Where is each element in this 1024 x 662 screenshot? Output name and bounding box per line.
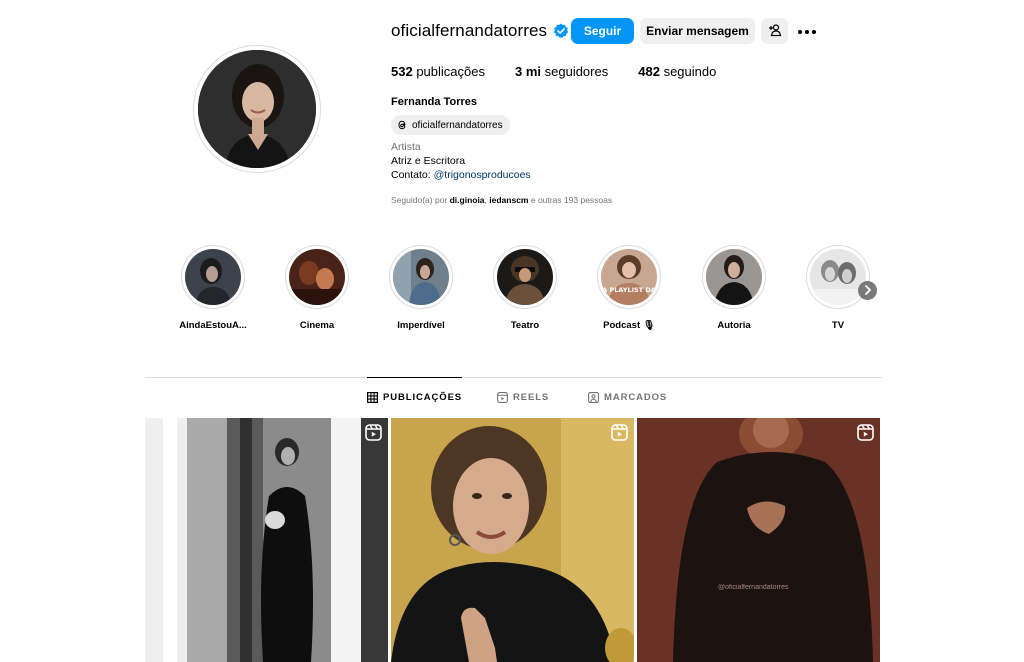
highlights-next-button[interactable] <box>858 281 877 300</box>
bio-contact: Contato: @trigonosproducoes <box>391 169 531 181</box>
reel-icon <box>365 424 382 441</box>
highlight-cover <box>393 249 449 305</box>
post-tile[interactable] <box>391 418 634 662</box>
highlight-label: Teatro <box>510 320 540 331</box>
highlight-label: AindaEstouA... <box>179 320 247 331</box>
highlight-overlay-text: A PLAYLIST DA <box>602 286 656 294</box>
profile-avatar-ring[interactable] <box>193 45 321 173</box>
highlight-item[interactable]: Autoria <box>694 245 774 331</box>
post-thumbnail <box>391 418 634 662</box>
threads-icon <box>396 119 408 131</box>
highlight-item[interactable]: Teatro <box>485 245 565 331</box>
highlight-cover <box>185 249 241 305</box>
highlight-item[interactable]: A PLAYLIST DA Podcast 🎙 <box>589 245 669 331</box>
tab-reels[interactable]: REELS <box>497 377 549 417</box>
post-tile[interactable]: @oficialfernandatorres <box>637 418 880 662</box>
threads-handle: oficialfernandatorres <box>412 119 503 131</box>
highlight-cover: A PLAYLIST DA <box>601 249 657 305</box>
tab-tagged[interactable]: MARCADOS <box>588 377 667 417</box>
add-user-icon <box>768 23 782 40</box>
highlight-item[interactable]: Cinema <box>277 245 357 331</box>
reel-icon <box>857 424 874 441</box>
post-thumbnail <box>637 418 880 662</box>
verified-badge-icon <box>553 23 569 39</box>
highlight-label: Podcast 🎙 <box>603 320 655 331</box>
chevron-right-icon <box>864 282 872 300</box>
follow-button[interactable]: Seguir <box>571 18 634 44</box>
highlight-label: Autoria <box>717 320 751 331</box>
full-name: Fernanda Torres <box>391 96 477 108</box>
contact-mention-link[interactable]: @trigonosproducoes <box>434 169 531 181</box>
highlight-cover <box>706 249 762 305</box>
followed-by[interactable]: Seguido(a) por di.ginoia, iedanscm e out… <box>391 195 612 205</box>
post-tile[interactable] <box>145 418 388 662</box>
options-button[interactable] <box>795 18 819 44</box>
followers-link[interactable]: 3 mi seguidores <box>515 64 608 79</box>
post-watermark: @oficialfernandatorres <box>718 584 789 591</box>
post-thumbnail <box>145 418 388 662</box>
following-link[interactable]: 482 seguindo <box>638 64 716 79</box>
grid-icon <box>367 392 379 404</box>
profile-category: Artista <box>391 141 421 153</box>
reels-icon <box>497 391 508 403</box>
highlight-label: Cinema <box>299 320 335 331</box>
highlight-cover <box>810 249 866 305</box>
tab-posts[interactable]: PUBLICAÇÕES <box>367 377 463 417</box>
highlight-item[interactable]: AindaEstouA... <box>173 245 253 331</box>
reel-icon <box>611 424 628 441</box>
username-row: oficialfernandatorres <box>391 17 569 45</box>
highlight-item[interactable]: Imperdível <box>381 245 461 331</box>
username: oficialfernandatorres <box>391 21 548 40</box>
avatar[interactable] <box>198 50 316 168</box>
more-options-icon <box>797 24 817 38</box>
threads-link[interactable]: oficialfernandatorres <box>391 115 510 135</box>
highlight-label: Imperdível <box>397 320 445 331</box>
suggested-users-button[interactable] <box>761 18 788 44</box>
profile-stats: 532 publicações 3 mi seguidores 482 segu… <box>391 64 746 79</box>
send-message-button[interactable]: Enviar mensagem <box>640 18 755 44</box>
highlight-cover <box>289 249 345 305</box>
highlight-cover <box>497 249 553 305</box>
tagged-icon <box>588 391 599 403</box>
bio-line: Atriz e Escritora <box>391 155 466 167</box>
highlight-label: TV <box>831 320 845 331</box>
posts-count: 532 publicações <box>391 64 485 79</box>
